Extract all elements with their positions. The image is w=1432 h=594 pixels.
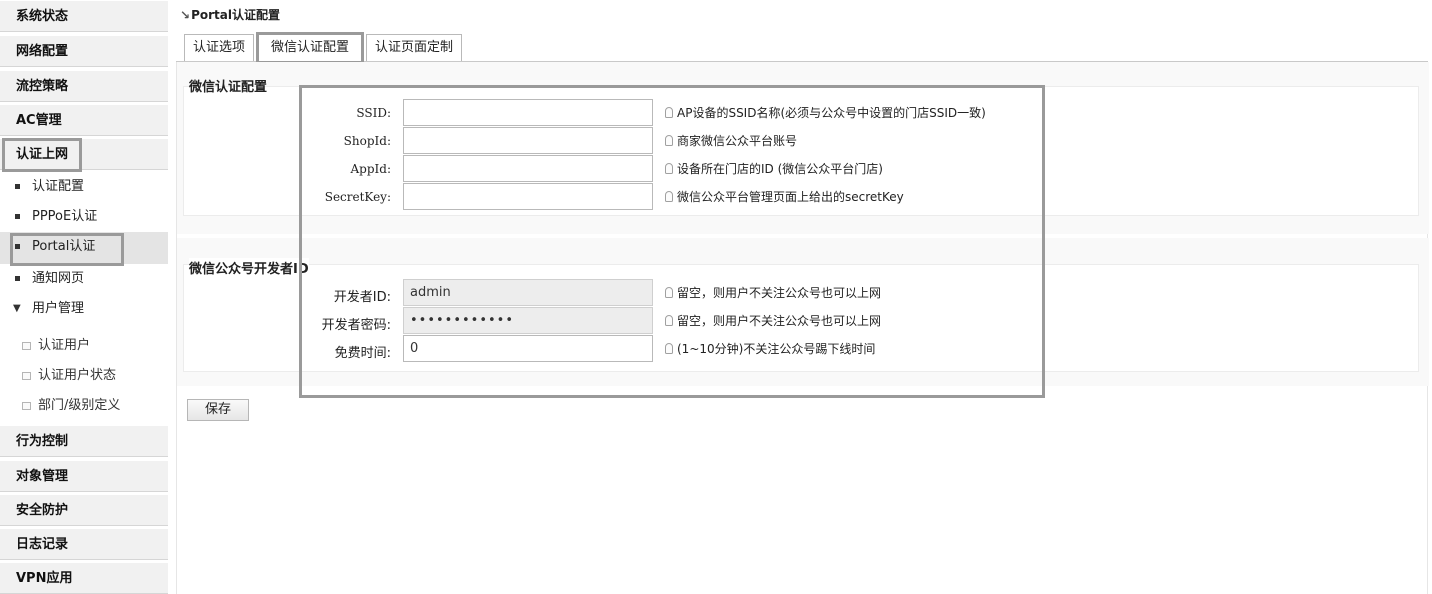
dev-password-input[interactable]: •••••••••••• (403, 307, 653, 334)
lightbulb-icon (665, 163, 673, 174)
content-area: 微信认证配置 SSID: AP设备的SSID名称(必须与公众号中设置的门店SSI… (176, 62, 1429, 594)
shopid-label: ShopId: (343, 134, 391, 148)
title-arrow-icon: ↘ (180, 8, 191, 22)
appid-label: AppId: (350, 162, 392, 176)
ssid-hint-text: AP设备的SSID名称(必须与公众号中设置的门店SSID一致) (677, 106, 986, 120)
developer-panel: 微信公众号开发者ID 开发者ID: admin 留空，则用户不关注公众号也可以上… (177, 238, 1429, 386)
sidebar-item-user-manage[interactable]: ▼ 用户管理 (0, 294, 168, 324)
bullet-icon (15, 244, 20, 249)
bullet-icon (15, 276, 20, 281)
sidebar-item-label: PPPoE认证 (32, 209, 98, 224)
secretkey-hint: 微信公众平台管理页面上给出的secretKey (665, 189, 904, 205)
secretkey-label: SecretKey: (324, 190, 391, 204)
menu-log[interactable]: 日志记录 (0, 528, 168, 560)
dev-id-label: 开发者ID: (333, 290, 391, 305)
lightbulb-icon (665, 191, 673, 202)
sidebar-subitem-label: 认证用户 (38, 338, 91, 353)
shopid-input[interactable] (403, 127, 653, 154)
page-icon (22, 342, 31, 350)
appid-hint: 设备所在门店的ID (微信公众平台门店) (665, 161, 883, 177)
sidebar-item-auth-config[interactable]: 认证配置 (0, 172, 168, 202)
menu-object-manage[interactable]: 对象管理 (0, 460, 168, 492)
menu-auth-online[interactable]: 认证上网 (0, 138, 168, 170)
ssid-hint: AP设备的SSID名称(必须与公众号中设置的门店SSID一致) (665, 105, 986, 121)
free-time-label: 免费时间: (334, 346, 391, 361)
sidebar-item-portal[interactable]: Portal认证 (0, 232, 168, 264)
sidebar: 系统状态 网络配置 流控策略 AC管理 认证上网 认证配置 PPPoE认证 Po… (0, 0, 168, 594)
save-button[interactable]: 保存 (187, 399, 249, 421)
dev-password-hint: 留空，则用户不关注公众号也可以上网 (665, 313, 881, 329)
menu-vpn[interactable]: VPN应用 (0, 562, 168, 594)
sidebar-subitem-label: 部门/级别定义 (38, 398, 121, 413)
lightbulb-icon (665, 135, 673, 146)
shopid-hint: 商家微信公众平台账号 (665, 133, 797, 149)
page-icon (22, 372, 31, 380)
sidebar-item-label: 认证配置 (32, 179, 85, 194)
ssid-label: SSID: (356, 106, 391, 120)
secretkey-input[interactable] (403, 183, 653, 210)
tab-bar: 认证选项 微信认证配置 认证页面定制 (176, 26, 1428, 62)
menu-behavior-control[interactable]: 行为控制 (0, 425, 168, 457)
bullet-icon (15, 214, 20, 219)
lightbulb-icon (665, 107, 673, 118)
free-time-hint: (1~10分钟)不关注公众号踢下线时间 (665, 341, 875, 357)
tab-page-custom[interactable]: 认证页面定制 (366, 34, 462, 61)
dev-password-hint-text: 留空，则用户不关注公众号也可以上网 (677, 314, 882, 328)
tab-wechat-config[interactable]: 微信认证配置 (258, 34, 362, 61)
sidebar-item-label: 通知网页 (32, 271, 85, 286)
bullet-icon (15, 184, 20, 189)
page-title-text: Portal认证配置 (191, 8, 280, 22)
tab-auth-options[interactable]: 认证选项 (184, 34, 254, 61)
free-time-hint-text: (1~10分钟)不关注公众号踢下线时间 (677, 342, 876, 356)
dev-id-hint-text: 留空，则用户不关注公众号也可以上网 (677, 286, 882, 300)
lightbulb-icon (665, 343, 673, 354)
sidebar-subitem-dept-level[interactable]: 部门/级别定义 (0, 392, 168, 420)
menu-network-config[interactable]: 网络配置 (0, 35, 168, 67)
free-time-input[interactable]: 0 (403, 335, 653, 362)
sidebar-item-notify[interactable]: 通知网页 (0, 264, 168, 294)
main-content: ↘Portal认证配置 认证选项 微信认证配置 认证页面定制 微信认证配置 SS… (176, 0, 1432, 594)
menu-flow-policy[interactable]: 流控策略 (0, 70, 168, 102)
page-icon (22, 402, 31, 410)
dev-id-hint: 留空，则用户不关注公众号也可以上网 (665, 285, 881, 301)
lightbulb-icon (665, 287, 673, 298)
sidebar-item-label: Portal认证 (32, 239, 96, 254)
appid-hint-text: 设备所在门店的ID (微信公众平台门店) (677, 162, 883, 176)
menu-system-status[interactable]: 系统状态 (0, 0, 168, 32)
ssid-input[interactable] (403, 99, 653, 126)
menu-security[interactable]: 安全防护 (0, 494, 168, 526)
wechat-panel: 微信认证配置 SSID: AP设备的SSID名称(必须与公众号中设置的门店SSI… (177, 62, 1429, 234)
menu-ac-manage[interactable]: AC管理 (0, 104, 168, 136)
shopid-hint-text: 商家微信公众平台账号 (677, 134, 798, 148)
triangle-down-icon: ▼ (13, 303, 21, 314)
dev-id-input[interactable]: admin (403, 279, 653, 306)
page-title: ↘Portal认证配置 (180, 6, 280, 23)
sidebar-subitem-auth-user-status[interactable]: 认证用户状态 (0, 362, 168, 390)
lightbulb-icon (665, 315, 673, 326)
dev-password-label: 开发者密码: (321, 318, 391, 333)
sidebar-item-pppoe[interactable]: PPPoE认证 (0, 202, 168, 232)
sidebar-item-label: 用户管理 (32, 301, 85, 316)
wechat-section-title: 微信认证配置 (189, 80, 268, 95)
sidebar-subitem-auth-users[interactable]: 认证用户 (0, 332, 168, 360)
sidebar-subitem-label: 认证用户状态 (38, 368, 117, 383)
developer-section-title: 微信公众号开发者ID (189, 258, 309, 277)
appid-input[interactable] (403, 155, 653, 182)
secretkey-hint-text: 微信公众平台管理页面上给出的secretKey (677, 190, 904, 204)
